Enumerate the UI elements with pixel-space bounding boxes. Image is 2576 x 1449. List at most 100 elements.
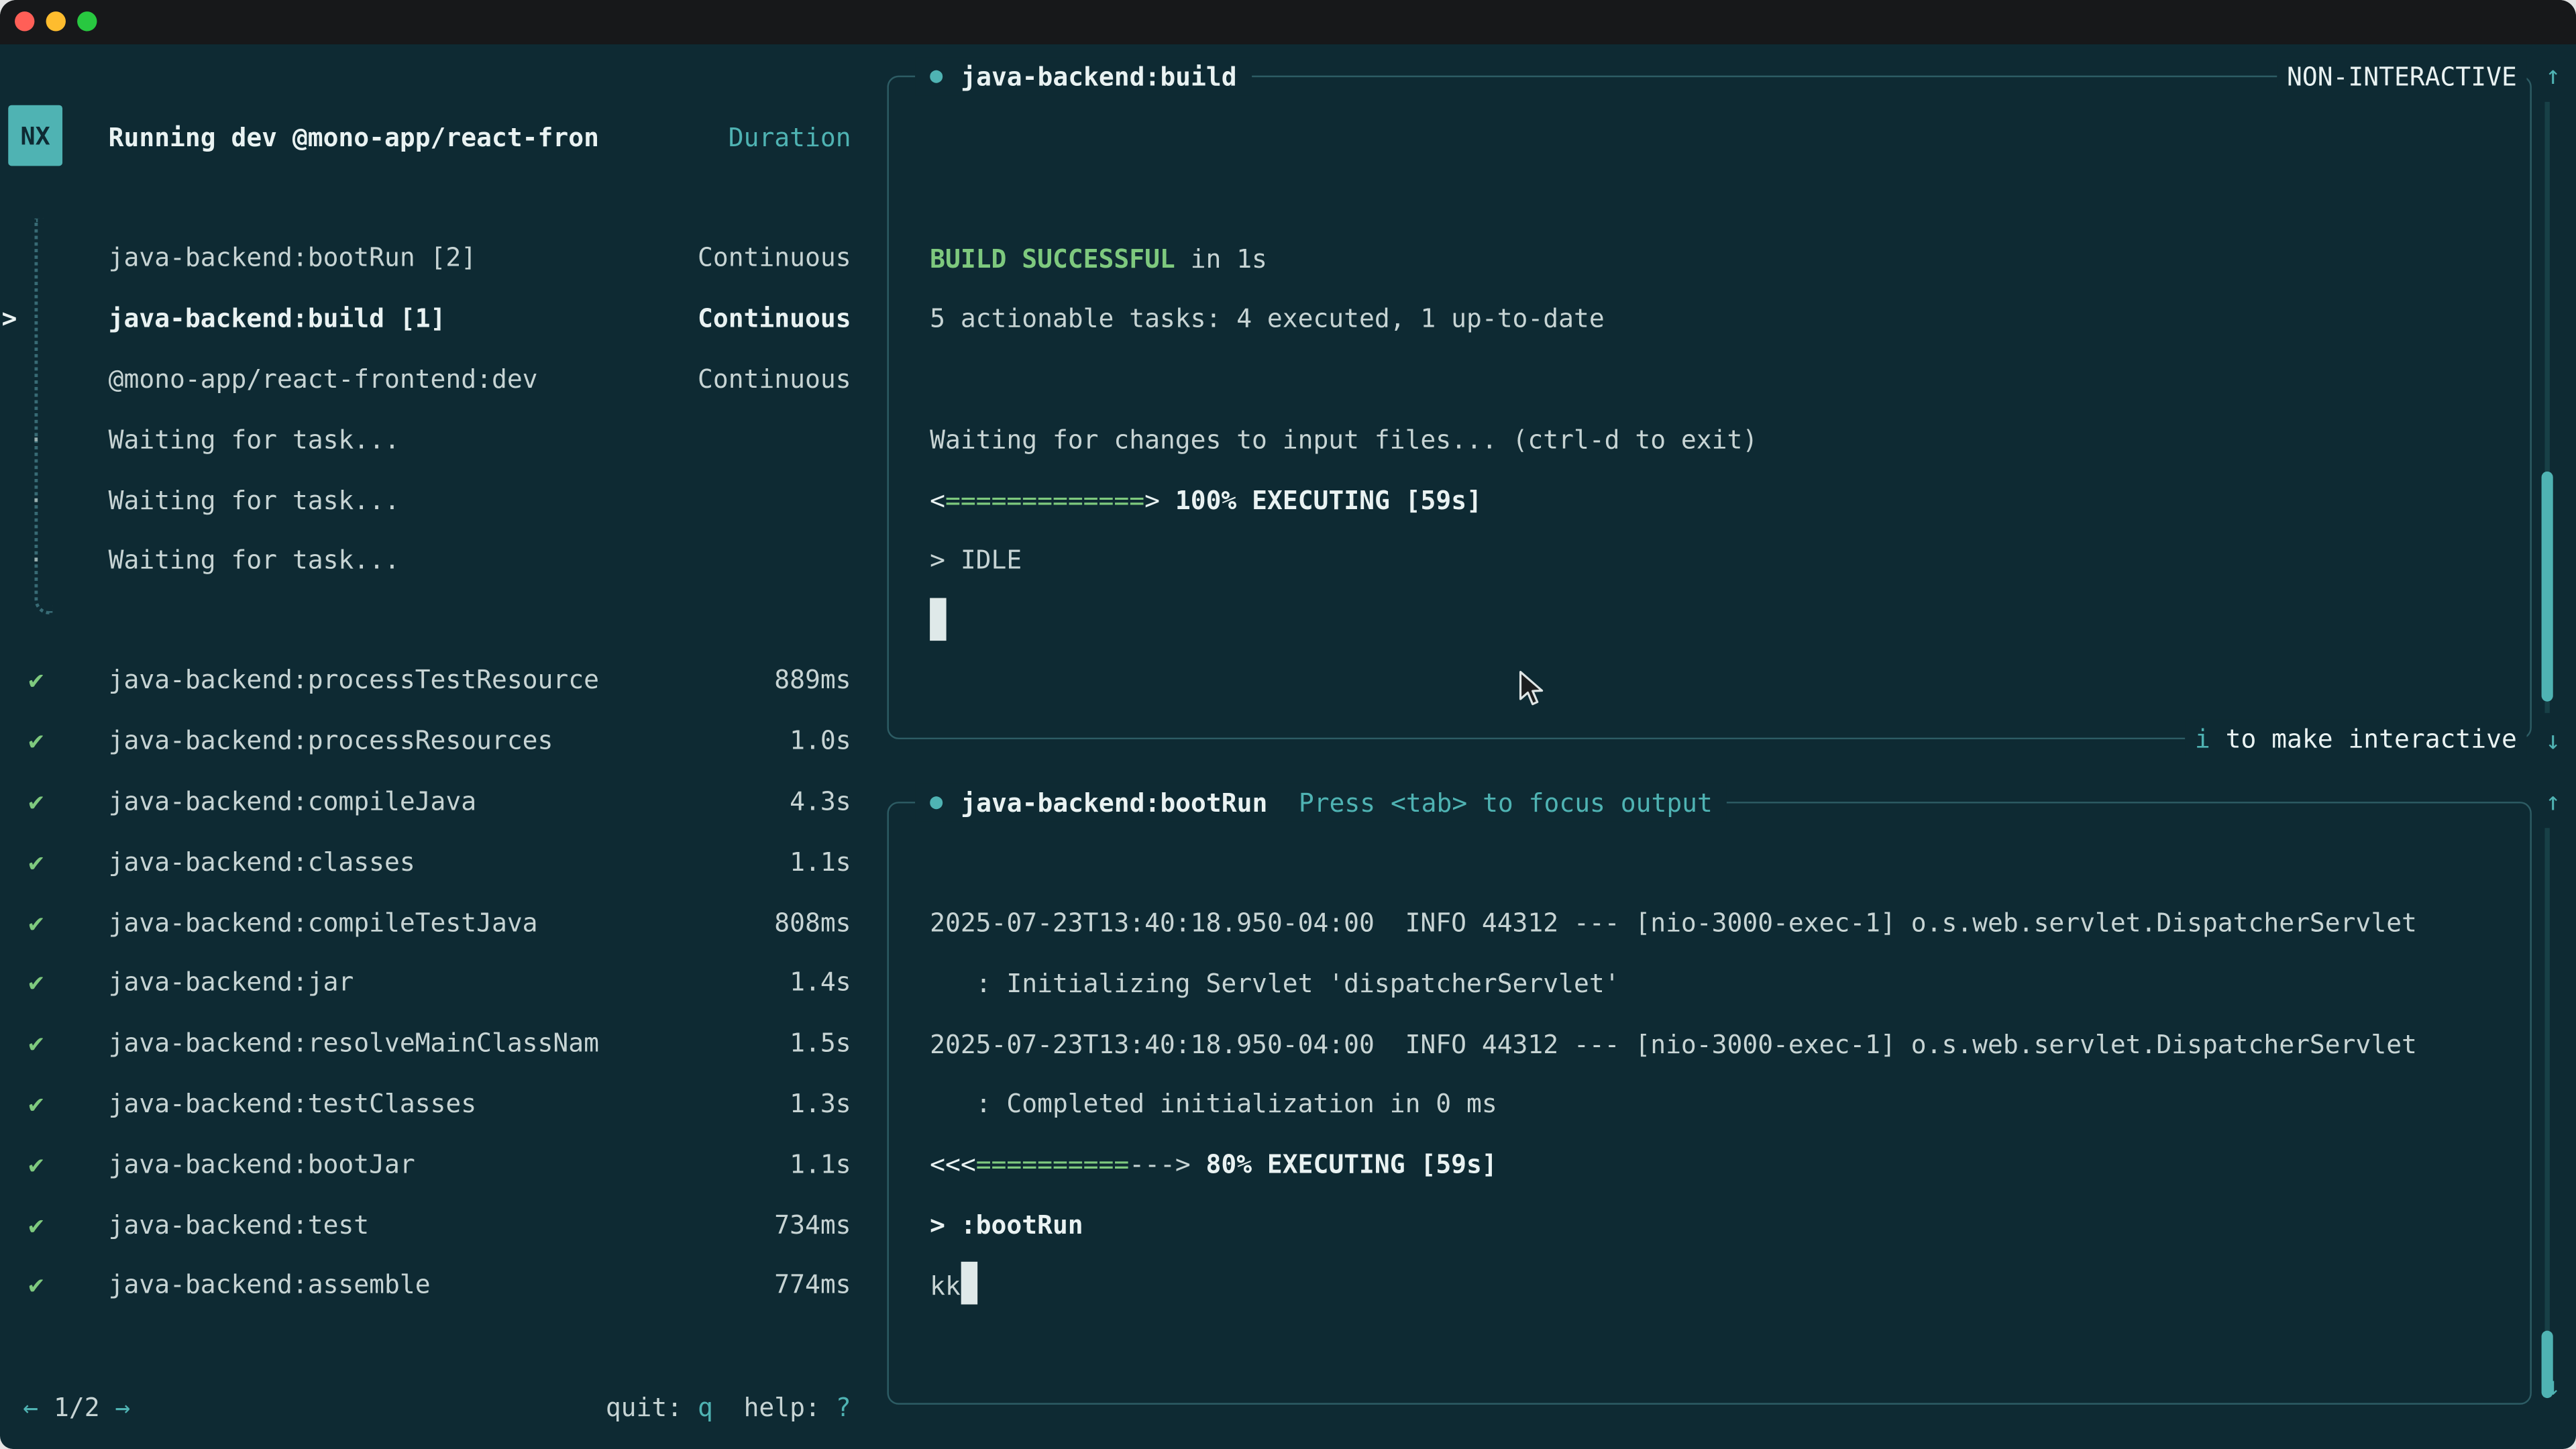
typed-input: kk [930, 1271, 961, 1301]
log-line: 2025-07-23T13:40:18.950-04:00 INFO 44312… [930, 894, 2514, 954]
task-status: Continuous [698, 305, 851, 334]
task-row[interactable]: ✔ java-backend:testClasses 1.3s [0, 1074, 871, 1134]
task-name: java-backend:test [109, 1210, 370, 1240]
task-row[interactable]: ✔ java-backend:processTestResource 889ms [0, 651, 871, 711]
quit-hint-label: quit: [606, 1393, 698, 1422]
mouse-cursor [1518, 670, 1551, 710]
interactive-hint-text: to make interactive [2210, 724, 2517, 753]
task-running-dot-icon: ● [930, 64, 943, 89]
task-row[interactable]: · Waiting for task... [0, 531, 871, 591]
task-success-icon: ✔ [23, 968, 49, 998]
scroll-up-icon[interactable]: ↑ [2538, 784, 2568, 820]
task-row[interactable]: ✔ java-backend:classes 1.1s [0, 832, 871, 892]
log-line: : Initializing Servlet 'dispatcherServle… [930, 954, 2514, 1014]
build-output-pane[interactable]: ● java-backend:build NON-INTERACTIVE i t… [887, 76, 2531, 739]
bootrun-terminal-output: 2025-07-23T13:40:18.950-04:00 INFO 44312… [930, 894, 2514, 1317]
duration-column-header: Duration [729, 123, 851, 153]
task-row[interactable]: ✔ java-backend:test 734ms [0, 1195, 871, 1255]
pagination: ← 1/2 → [23, 1393, 130, 1422]
bootrun-pane-title: ● java-backend:bootRun Press <tab> to fo… [915, 784, 1727, 821]
interactive-key[interactable]: i [2195, 724, 2210, 753]
terminal-line: BUILD SUCCESSFUL in 1s [930, 229, 2514, 290]
task-row[interactable]: ✔ java-backend:jar 1.4s [0, 953, 871, 1013]
terminal-window: NX Running dev @mono-app/react-fron Dura… [0, 0, 2576, 1449]
interactive-hint: i to make interactive [2185, 720, 2526, 757]
task-name: java-backend:build [1] [109, 305, 446, 334]
scrollbar-thumb[interactable] [2542, 472, 2553, 702]
task-row[interactable]: @mono-app/react-frontend:dev Continuous [0, 350, 871, 410]
window-titlebar [0, 0, 2576, 44]
gradle-progress-bar: <<<==========---> 80% EXECUTING [59s] [930, 1136, 2514, 1196]
help-key[interactable]: ? [836, 1393, 851, 1422]
log-line: : Completed initialization in 0 ms [930, 1075, 2514, 1136]
progress-status-text: 80% EXECUTING [59s] [1191, 1150, 1497, 1180]
prev-page-arrow[interactable]: ← [23, 1393, 38, 1422]
zoom-window-button[interactable] [77, 11, 97, 31]
task-success-icon: ✔ [23, 666, 49, 696]
task-name: Waiting for task... [109, 546, 400, 576]
task-row[interactable]: · Waiting for task... [0, 410, 871, 470]
terminal-cursor [930, 598, 946, 641]
terminal-line: > :bootRun [930, 1196, 2514, 1256]
task-row[interactable]: ✔ java-backend:bootJar 1.1s [0, 1134, 871, 1195]
nx-logo: NX [8, 105, 62, 166]
terminal-input-line[interactable]: kk [930, 1256, 2514, 1317]
task-success-icon: ✔ [23, 787, 49, 816]
task-list-header: Running dev @mono-app/react-fron Duratio… [109, 118, 851, 158]
task-row[interactable]: ✔ java-backend:compileTestJava 808ms [0, 892, 871, 953]
completed-task-list: ✔ java-backend:processTestResource 889ms… [0, 651, 871, 1316]
task-success-icon: ✔ [23, 1271, 49, 1300]
task-success-icon: ✔ [23, 727, 49, 756]
task-name: java-backend:testClasses [109, 1089, 476, 1119]
sidebar-footer: ← 1/2 → quit: q help: ? [0, 1382, 871, 1433]
task-row[interactable]: ✔ java-backend:processResources 1.0s [0, 711, 871, 771]
task-name: @mono-app/react-frontend:dev [109, 365, 538, 394]
selected-task-arrow-icon: > [1, 305, 24, 334]
task-duration: 889ms [774, 666, 851, 696]
task-duration: 1.4s [790, 968, 851, 998]
next-page-arrow[interactable]: → [115, 1393, 130, 1422]
task-duration: 1.1s [790, 1150, 851, 1179]
task-row[interactable]: ✔ java-backend:resolveMainClassNam 1.5s [0, 1013, 871, 1073]
task-name: java-backend:bootJar [109, 1150, 415, 1179]
bootrun-output-pane[interactable]: ● java-backend:bootRun Press <tab> to fo… [887, 802, 2531, 1405]
quit-key[interactable]: q [698, 1393, 713, 1422]
build-successful-text: BUILD SUCCESSFUL [930, 244, 1175, 274]
task-row[interactable]: ✔ java-backend:assemble 774ms [0, 1255, 871, 1316]
task-pending-icon: · [23, 486, 49, 515]
build-pane-title: ● java-backend:build [915, 58, 1252, 95]
help-hint-label: help: [713, 1393, 836, 1422]
task-name: java-backend:compileJava [109, 787, 476, 816]
task-success-icon: ✔ [23, 908, 49, 937]
terminal-line [930, 350, 2514, 411]
task-name: java-backend:bootRun [2] [109, 244, 476, 273]
task-success-icon: ✔ [23, 847, 49, 877]
task-pending-icon: · [23, 546, 49, 576]
task-name: java-backend:compileTestJava [109, 908, 538, 937]
terminal-line [930, 592, 2514, 652]
task-row[interactable]: ✔ java-backend:compileJava 4.3s [0, 771, 871, 832]
build-terminal-output: BUILD SUCCESSFUL in 1s 5 actionable task… [930, 229, 2514, 653]
task-row[interactable]: · Waiting for task... [0, 470, 871, 531]
scroll-up-icon[interactable]: ↑ [2538, 58, 2568, 94]
terminal-line: Waiting for changes to input files... (c… [930, 411, 2514, 471]
task-row-selected[interactable]: > java-backend:build [1] Continuous [0, 289, 871, 350]
scrollbar-thumb[interactable] [2542, 1331, 2553, 1398]
minimize-window-button[interactable] [46, 11, 66, 31]
task-success-icon: ✔ [23, 1210, 49, 1240]
page-indicator: 1/2 [38, 1393, 115, 1422]
task-success-icon: ✔ [23, 1089, 49, 1119]
task-row[interactable]: java-backend:bootRun [2] Continuous [0, 228, 871, 288]
scrollbar-track [2544, 828, 2549, 1360]
task-status: Continuous [698, 365, 851, 394]
task-running-dot-icon: ● [930, 790, 943, 815]
task-pending-icon: · [23, 425, 49, 455]
task-status: Continuous [698, 244, 851, 273]
terminal-cursor [961, 1263, 977, 1305]
task-name: java-backend:jar [109, 968, 354, 998]
scroll-down-icon[interactable]: ↓ [2538, 723, 2568, 759]
close-window-button[interactable] [15, 11, 34, 31]
gradle-progress-bar: <=============> 100% EXECUTING [59s] [930, 471, 2514, 531]
task-name: Waiting for task... [109, 425, 400, 455]
task-name: java-backend:processResources [109, 727, 553, 756]
